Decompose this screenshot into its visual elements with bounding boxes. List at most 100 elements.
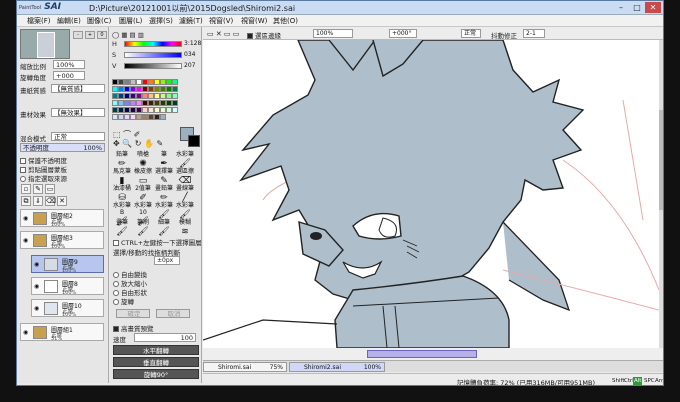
tool-brush[interactable]: 細筆 🖌 (154, 219, 174, 239)
visibility-icon[interactable]: ◉ (23, 329, 31, 336)
zoom-reset-button[interactable]: 0 (97, 31, 107, 39)
visibility-icon[interactable]: ◉ (34, 283, 42, 290)
new-layer-icon[interactable]: ▫ (21, 184, 31, 194)
value-slider[interactable] (124, 63, 182, 69)
menu-filter[interactable]: 濾鏡(T) (179, 16, 203, 26)
menu-select[interactable]: 選擇(S) (149, 16, 173, 26)
move-tool-icon[interactable]: ✥ 🔍 ↻ ✋ ✎ (113, 139, 163, 148)
horizontal-scroll-thumb[interactable] (367, 350, 477, 358)
opacity-slider[interactable]: 不透明度 100% (20, 143, 105, 152)
opacity-value: 100% (83, 144, 102, 152)
palette-swatch[interactable] (172, 79, 178, 85)
canvas-angle-field[interactable]: +000° (389, 29, 417, 38)
paper-texture-select[interactable]: 【無質感】 (51, 84, 105, 93)
tool-brush[interactable]: 筆刷 🖌 (133, 219, 153, 239)
visibility-icon[interactable]: ◉ (23, 237, 31, 244)
color-wheel-icon[interactable]: ◯ ▦ ▤ ▥ (112, 31, 144, 39)
menu-view[interactable]: 視窗(V) (209, 16, 233, 26)
menu-canvas[interactable]: 圖像(C) (87, 16, 111, 26)
layer-item[interactable]: ◉ 圖層8 正常 100% (31, 277, 104, 296)
radio[interactable] (113, 299, 119, 305)
secondary-color-swatch[interactable] (188, 135, 200, 147)
flip-horizontal-button[interactable]: 水平翻轉 (113, 345, 199, 355)
ok-button[interactable]: 確定 (116, 309, 150, 318)
minimize-button[interactable]: – (613, 2, 629, 13)
new-folder-icon[interactable]: ▭ (45, 184, 55, 194)
layer-opacity: 100% (62, 268, 77, 274)
menu-other[interactable]: 其他(O) (273, 16, 298, 26)
layer-item[interactable]: ◉ 圖層10 正常 100% (31, 299, 104, 318)
horizontal-scrollbar[interactable] (203, 348, 663, 360)
paper-texture-label: 畫紙質感 (20, 87, 46, 95)
layer-item[interactable]: ◉ 圖層組2 正常 100% (20, 209, 104, 228)
tool-label: 2值筆 (135, 185, 151, 192)
layer-item[interactable]: ◉ 圖層組3 正常 100% (20, 231, 104, 250)
selection-source-option[interactable]: 指定選取來源 (20, 173, 67, 183)
stabilizer-label: 抖動修正 (491, 32, 517, 40)
doc-tab-shiromi2[interactable]: Shiromi2.sai 100% (289, 362, 385, 372)
rotate-90-button[interactable]: 旋轉90° (113, 369, 199, 379)
material-effect-select[interactable]: 【無效果】 (51, 108, 105, 117)
blend-mode-select[interactable]: 正常 (51, 132, 105, 141)
flip-vertical-button[interactable]: 垂直翻轉 (113, 357, 199, 367)
checkbox[interactable] (113, 240, 119, 246)
palette-swatch[interactable] (172, 100, 178, 106)
palette-swatch[interactable] (160, 114, 166, 120)
cancel-button[interactable]: 取消 (156, 309, 190, 318)
vertical-scroll-thumb[interactable] (659, 110, 663, 210)
clear-layer-icon[interactable]: ⌫ (45, 196, 56, 206)
selection-edge-option[interactable]: 選區邊緣 (247, 30, 281, 40)
maximize-button[interactable]: □ (629, 2, 645, 13)
zoom-out-button[interactable]: - (73, 31, 83, 39)
palette-swatch[interactable] (172, 107, 178, 113)
doc-tab-shiromi[interactable]: Shiromi.sai 75% (203, 362, 287, 372)
tool-label: 水彩筆 (175, 151, 194, 158)
visibility-icon[interactable]: ◉ (34, 261, 42, 268)
range-field[interactable]: ±0px (154, 256, 180, 265)
new-linework-icon[interactable]: ✎ (33, 184, 43, 194)
opacity-label: 不透明度 (23, 144, 49, 152)
checkbox[interactable] (247, 33, 253, 39)
tool-label: 水彩筆B (112, 202, 131, 216)
menu-layer[interactable]: 圖層(L) (119, 16, 142, 26)
menu-edit[interactable]: 編輯(E) (57, 16, 81, 26)
palette-swatch[interactable] (172, 86, 178, 92)
navigator-preview[interactable] (20, 29, 70, 59)
vertical-scrollbar[interactable] (659, 40, 663, 348)
menu-window[interactable]: 視窗(W) (241, 16, 267, 26)
drawing-canvas[interactable] (203, 40, 659, 348)
close-button[interactable]: ✕ (645, 2, 661, 13)
visibility-icon[interactable]: ◉ (34, 305, 42, 312)
hq-preview-option[interactable]: 高畫質預覽 (113, 323, 154, 333)
copy-layer-icon[interactable]: ⧉ (21, 196, 31, 206)
checkbox[interactable] (113, 326, 119, 332)
blend-mode-label: 混合模式 (20, 135, 46, 143)
palette-swatch[interactable] (172, 93, 178, 99)
visibility-icon[interactable]: ◉ (23, 215, 31, 222)
ctrl-select-option[interactable]: CTRL+左鍵按一下選擇圖層 (113, 237, 202, 247)
canvas-mode-field[interactable]: 正常 (461, 29, 481, 38)
canvas-zoom-field[interactable]: 100% (313, 29, 353, 38)
menu-file[interactable]: 檔案(F) (27, 16, 51, 26)
zoom-in-button[interactable]: + (85, 31, 95, 39)
saturation-slider[interactable] (124, 52, 182, 58)
layer-item[interactable]: ◉ 圖層組1 正常 31% (20, 323, 104, 342)
canvas-tool-icons[interactable]: ▭ ✕ ▭ ▭ (207, 30, 239, 38)
delete-layer-icon[interactable]: ✕ (57, 196, 67, 206)
angle-field[interactable]: +000 (53, 71, 85, 80)
speed-field[interactable]: 100 (134, 333, 196, 342)
merge-down-icon[interactable]: ⇓ (33, 196, 43, 206)
tool-label: 選區擦 (175, 168, 194, 175)
radio[interactable] (20, 176, 26, 182)
tool-brush[interactable]: 畫筆 🖌 (112, 219, 132, 239)
transform-rotate-option[interactable]: 旋轉 (113, 296, 134, 306)
saturation-value: 034 (184, 51, 196, 58)
layer-item-selected[interactable]: ◉ 圖層9 正常 100% (31, 255, 104, 274)
tool-label: 筆 (160, 151, 167, 158)
tool-blur[interactable]: 模糊 ≋ (175, 219, 195, 239)
zoom-field[interactable]: 100% (53, 60, 85, 69)
hue-slider[interactable] (124, 41, 182, 47)
stabilizer-field[interactable]: 2-1 (523, 29, 545, 38)
app-logo: PaintTool SAI (19, 2, 62, 12)
tool-label: 噴槍 (136, 151, 149, 158)
